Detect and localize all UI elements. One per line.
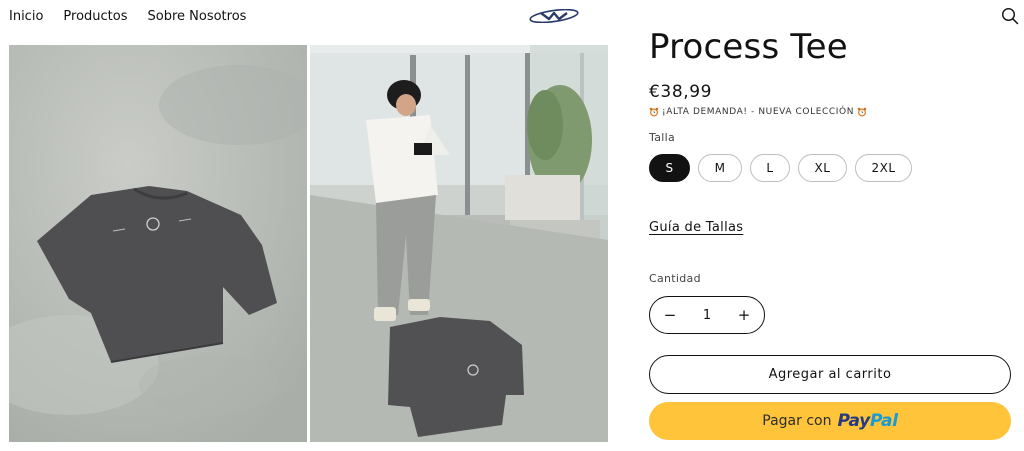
product-price: €38,99	[649, 82, 713, 102]
size-option-l[interactable]: L	[750, 154, 790, 182]
paypal-logo-pay: Pay	[837, 411, 870, 431]
quantity-stepper: − 1 +	[649, 296, 765, 334]
nav-item-sobre-nosotros[interactable]: Sobre Nosotros	[148, 9, 247, 24]
alarm-clock-icon	[649, 107, 659, 117]
promo-text: ¡ALTA DEMANDA! - NUEVA COLECCIÓN	[662, 107, 855, 117]
quantity-label: Cantidad	[649, 272, 701, 285]
product-title: Process Tee	[649, 27, 848, 67]
product-image-model[interactable]	[310, 45, 608, 442]
add-to-cart-button[interactable]: Agregar al carrito	[649, 355, 1011, 394]
nav-item-inicio[interactable]: Inicio	[9, 9, 43, 24]
paypal-logo: PayPal	[837, 411, 898, 431]
search-icon[interactable]	[1001, 7, 1019, 25]
flatlay-photo	[9, 45, 307, 442]
nav-item-productos[interactable]: Productos	[63, 9, 127, 24]
size-option-2xl[interactable]: 2XL	[855, 154, 912, 182]
paypal-button[interactable]: Pagar con PayPal	[649, 402, 1011, 440]
model-photo	[310, 45, 608, 442]
promo-banner: ¡ALTA DEMANDA! - NUEVA COLECCIÓN	[649, 107, 867, 117]
size-label: Talla	[649, 131, 675, 144]
product-image-flatlay[interactable]	[9, 45, 307, 442]
size-option-xl[interactable]: XL	[798, 154, 847, 182]
plus-icon[interactable]: +	[736, 306, 752, 324]
paypal-prefix: Pagar con	[762, 413, 832, 429]
brand-logo-icon[interactable]	[529, 9, 579, 23]
alarm-clock-icon	[857, 107, 867, 117]
minus-icon[interactable]: −	[662, 306, 678, 324]
main-nav: Inicio Productos Sobre Nosotros	[9, 9, 246, 24]
size-option-s[interactable]: S	[649, 154, 690, 182]
size-selector: S M L XL 2XL	[649, 154, 912, 182]
size-option-m[interactable]: M	[698, 154, 742, 182]
size-guide-link[interactable]: Guía de Tallas	[649, 220, 743, 235]
paypal-logo-pal: Pal	[869, 411, 898, 431]
quantity-value[interactable]: 1	[703, 308, 711, 323]
